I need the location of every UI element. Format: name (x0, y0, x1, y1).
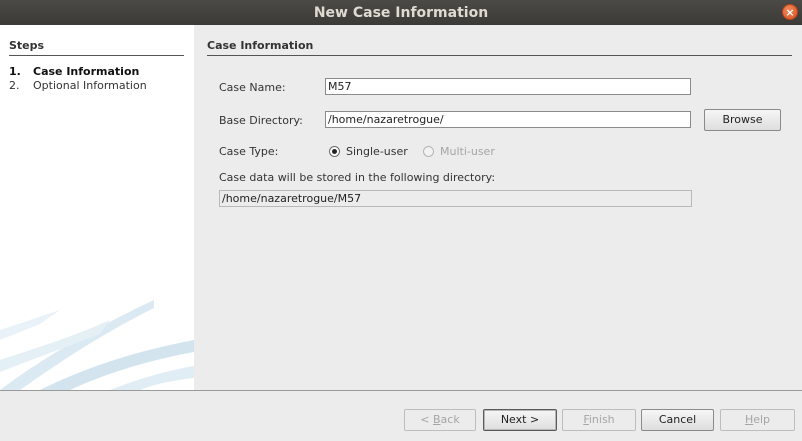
section-title: Case Information (207, 39, 792, 56)
finish-button[interactable]: Finish (562, 409, 636, 431)
step-case-information: 1. Case Information (9, 65, 139, 78)
help-mnemonic: H (744, 413, 754, 426)
storage-note: Case data will be stored in the followin… (219, 171, 496, 184)
single-user-label: Single-user (346, 145, 408, 158)
close-window-button[interactable]: × (782, 4, 798, 20)
case-name-input[interactable] (325, 78, 691, 95)
finish-rest: inish (588, 413, 615, 426)
cancel-button[interactable]: Cancel (641, 409, 714, 431)
back-rest: ack (440, 413, 460, 426)
case-name-label: Case Name: (219, 81, 286, 94)
multi-user-label: Multi-user (440, 145, 495, 158)
base-directory-label: Base Directory: (219, 114, 303, 127)
help-button[interactable]: Help (720, 409, 795, 431)
steps-panel: Steps 1. Case Information 2. Optional Info… (0, 25, 194, 390)
help-rest: elp (753, 413, 771, 426)
case-information-panel: Case Information Case Name: Base Directo… (194, 25, 802, 390)
next-button[interactable]: Next > (483, 409, 557, 431)
base-directory-input[interactable] (325, 111, 691, 128)
case-type-label: Case Type: (219, 145, 279, 158)
step-optional-information: 2. Optional Information (9, 79, 147, 92)
step-number: 2. (9, 79, 20, 92)
title-bar: New Case Information × (0, 0, 802, 25)
button-bar: < Back Next > Finish Cancel Help (0, 390, 802, 441)
radio-unselected-icon (423, 146, 434, 157)
step-number: 1. (9, 65, 21, 78)
back-prefix: < (420, 413, 433, 426)
back-mnemonic: B (433, 413, 441, 426)
close-icon: × (785, 6, 795, 19)
watermark-graphic (0, 300, 194, 390)
step-label: Optional Information (33, 79, 147, 92)
steps-heading: Steps (9, 39, 184, 56)
radio-selected-icon (329, 146, 340, 157)
multi-user-radio[interactable]: Multi-user (423, 145, 495, 158)
storage-path-field (219, 190, 692, 207)
browse-button[interactable]: Browse (704, 109, 781, 131)
window-title: New Case Information (313, 4, 489, 21)
single-user-radio[interactable]: Single-user (329, 145, 408, 158)
back-button[interactable]: < Back (404, 409, 476, 431)
step-label: Case Information (33, 65, 140, 78)
